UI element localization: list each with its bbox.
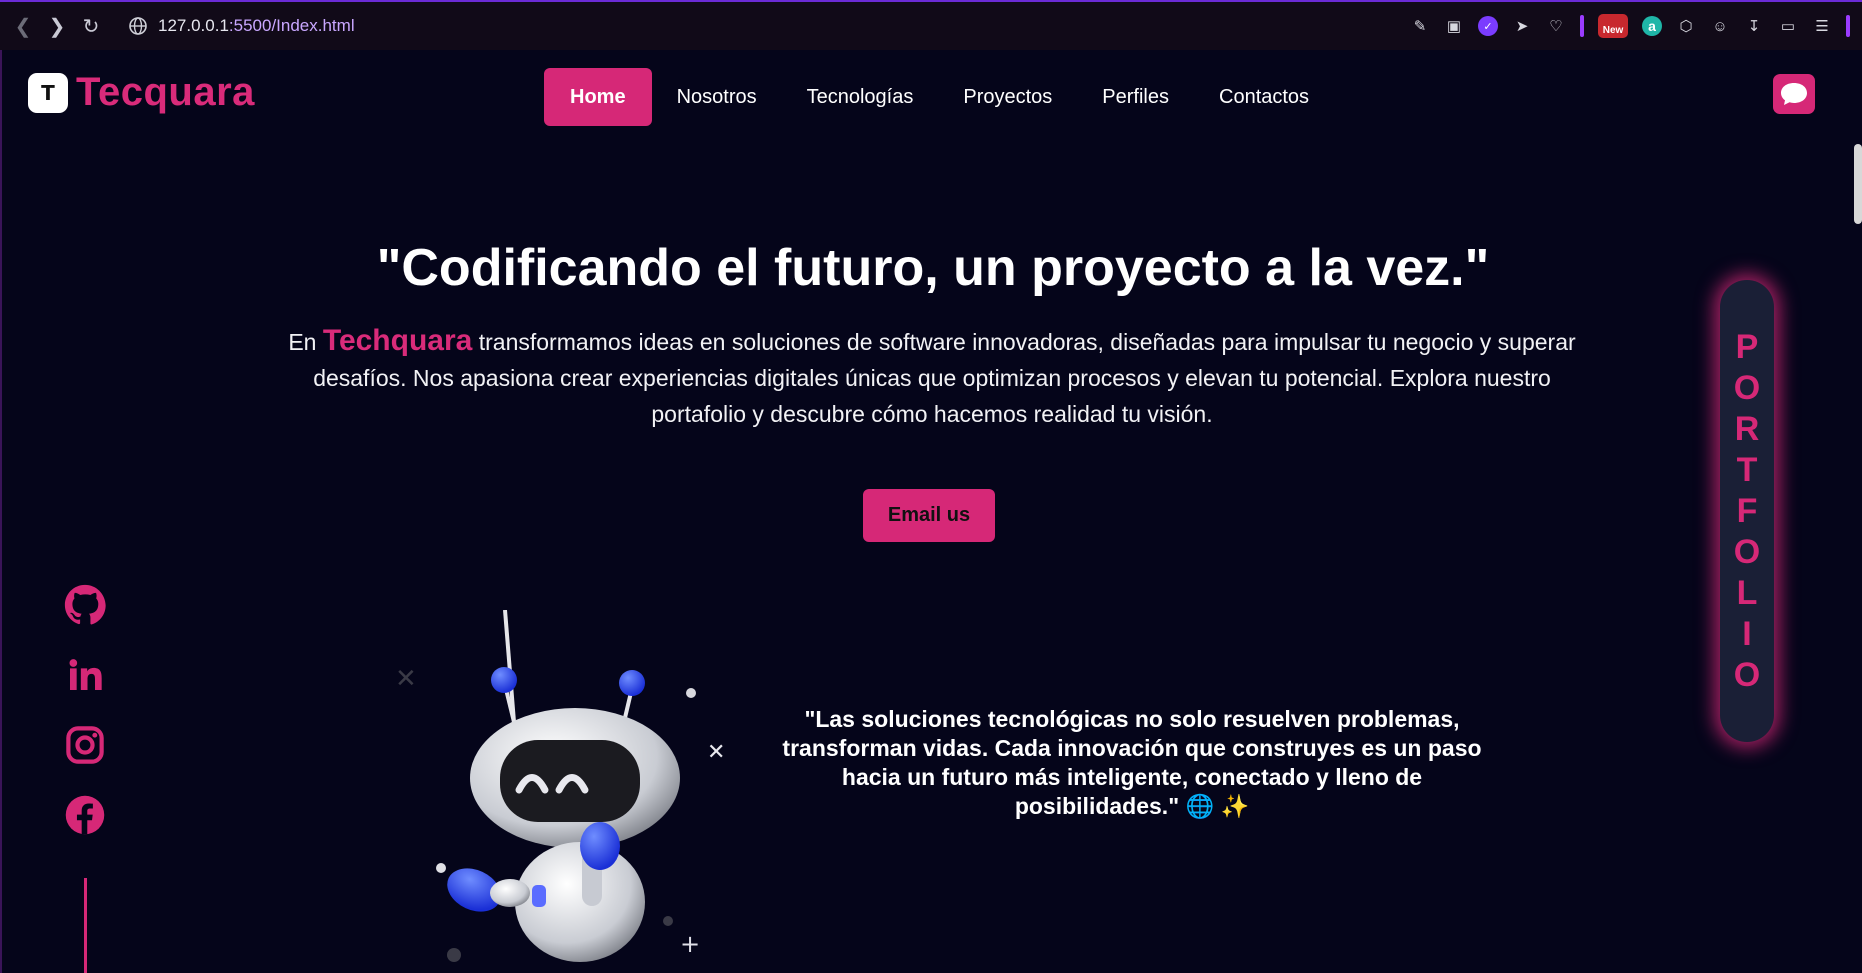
heart-icon[interactable]: ♡: [1546, 16, 1566, 36]
profile-icon[interactable]: ☺: [1710, 16, 1730, 36]
battery-icon[interactable]: ▭: [1778, 16, 1798, 36]
facebook-icon[interactable]: [64, 794, 106, 836]
hero-text-body: transformamos ideas en soluciones de sof…: [313, 329, 1576, 427]
quote-text: "Las soluciones tecnológicas no solo res…: [782, 706, 1482, 819]
page: T Tecquara Home Nosotros Tecnologías Pro…: [0, 50, 1862, 973]
menu-icon[interactable]: ☰: [1812, 16, 1832, 36]
nav-home[interactable]: Home: [544, 68, 652, 126]
instagram-icon[interactable]: [64, 724, 106, 766]
nav-nosotros[interactable]: Nosotros: [652, 68, 782, 126]
nav-contactos[interactable]: Contactos: [1194, 68, 1334, 126]
robot-illustration: ✕ ✕ +: [395, 610, 725, 962]
address-bar[interactable]: 127.0.0.1:5500/Index.html: [158, 16, 355, 36]
linkedin-icon[interactable]: [64, 654, 106, 696]
portfolio-letter: R: [1734, 410, 1760, 448]
logo-text: Tecquara: [76, 70, 255, 114]
cube-icon[interactable]: ⬡: [1676, 16, 1696, 36]
site-logo[interactable]: T Tecquara: [28, 70, 255, 115]
separator: [1846, 15, 1850, 37]
url-host: 127.0.0.1: [158, 16, 229, 35]
portfolio-letter: T: [1736, 451, 1758, 489]
edit-icon[interactable]: ✎: [1410, 16, 1430, 36]
svg-text:✕: ✕: [395, 664, 417, 694]
portfolio-tab[interactable]: P O R T F O L I O: [1720, 280, 1774, 742]
hero-brand: Techquara: [322, 324, 473, 357]
send-icon[interactable]: ➤: [1512, 16, 1532, 36]
browser-toolbar: ❮ ❯ ↻ 127.0.0.1:5500/Index.html ✎ ▣ ✓ ➤ …: [0, 0, 1862, 50]
nav-tecnologias[interactable]: Tecnologías: [782, 68, 939, 126]
portfolio-letter: O: [1733, 533, 1761, 571]
download-icon[interactable]: ↧: [1744, 16, 1764, 36]
globe-icon: [129, 17, 147, 35]
url-path: :5500/Index.html: [228, 16, 355, 35]
hero-description: En Techquara transformamos ideas en solu…: [282, 323, 1582, 432]
nav-proyectos[interactable]: Proyectos: [938, 68, 1077, 126]
github-icon[interactable]: [64, 584, 106, 626]
chat-button[interactable]: [1773, 74, 1815, 114]
separator: [1580, 15, 1584, 37]
forward-icon[interactable]: ❯: [40, 9, 74, 43]
social-divider-line: [84, 878, 87, 973]
scrollbar[interactable]: [1854, 144, 1862, 224]
nav-perfiles[interactable]: Perfiles: [1077, 68, 1194, 126]
chat-bubble-icon: [1781, 83, 1807, 105]
svg-text:+: +: [680, 930, 700, 958]
back-icon[interactable]: ❮: [6, 9, 40, 43]
camera-icon[interactable]: ▣: [1444, 16, 1464, 36]
extension-a-icon[interactable]: a: [1642, 16, 1662, 36]
hero-text-prefix: En: [288, 329, 323, 355]
portfolio-letter: F: [1736, 492, 1758, 530]
logo-mark-icon: T: [28, 72, 68, 113]
portfolio-letter: P: [1735, 328, 1759, 366]
shield-check-icon[interactable]: ✓: [1478, 16, 1498, 36]
svg-text:✕: ✕: [707, 740, 725, 765]
main-nav: Home Nosotros Tecnologías Proyectos Perf…: [544, 68, 1334, 126]
new-extension-badge[interactable]: New: [1598, 14, 1628, 38]
social-links: [64, 584, 106, 836]
portfolio-letter: O: [1733, 656, 1761, 694]
reload-icon[interactable]: ↻: [74, 9, 108, 43]
portfolio-letter: I: [1742, 615, 1752, 653]
portfolio-letter: O: [1733, 369, 1761, 407]
email-us-button[interactable]: Email us: [863, 489, 995, 542]
hero-title: "Codificando el futuro, un proyecto a la…: [376, 239, 1490, 297]
portfolio-letter: L: [1736, 574, 1758, 612]
